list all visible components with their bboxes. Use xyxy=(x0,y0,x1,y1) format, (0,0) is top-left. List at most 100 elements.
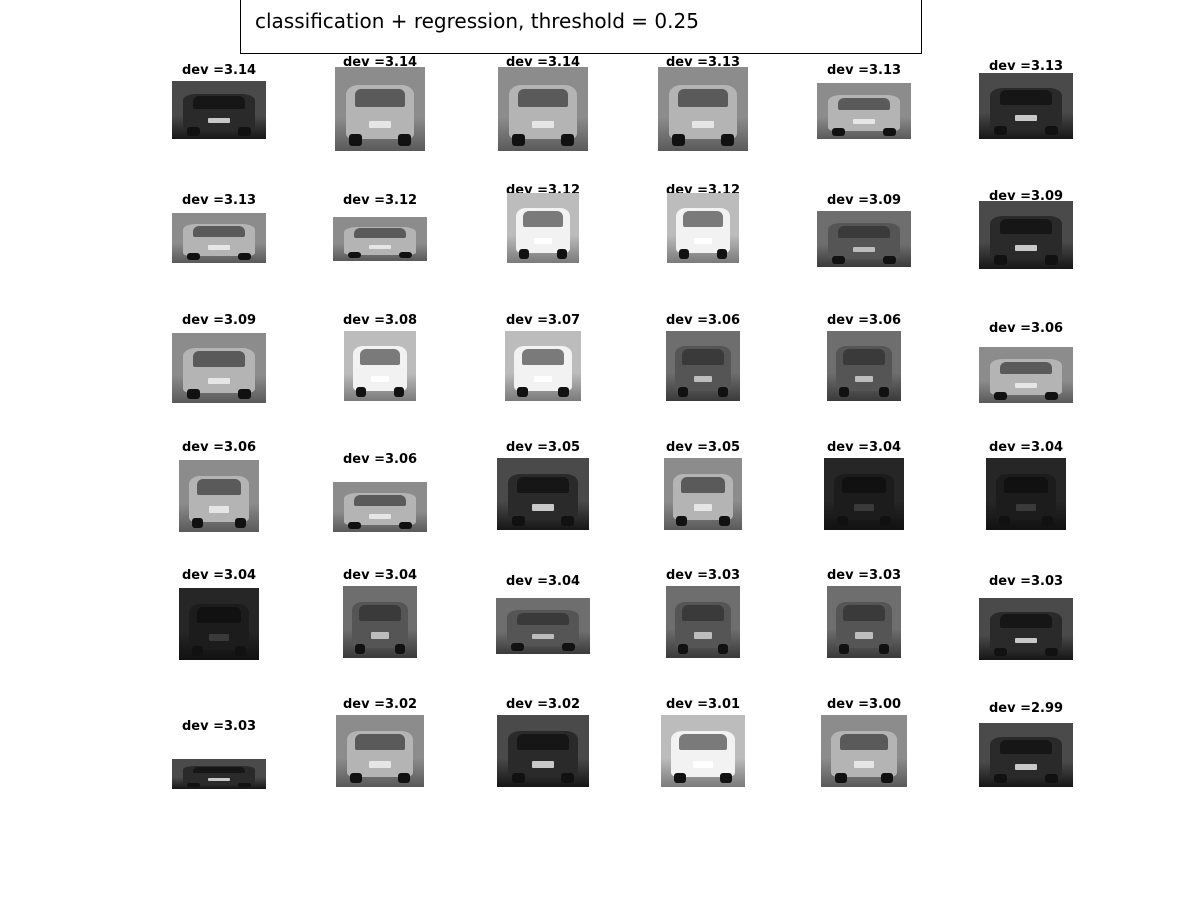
car-wheel-shape xyxy=(878,387,890,397)
dev-label: dev =3.07 xyxy=(505,313,581,328)
car-wheel-shape xyxy=(994,647,1008,657)
car-wheel-shape xyxy=(187,783,201,788)
dev-label: dev =3.14 xyxy=(181,63,257,78)
car-wheel-shape xyxy=(1044,774,1058,784)
car-wheel-shape xyxy=(191,645,203,656)
car-wheel-shape xyxy=(994,391,1008,400)
license-plate-shape xyxy=(1016,504,1036,511)
car-wheel-shape xyxy=(398,252,412,259)
car-window-shape xyxy=(999,739,1053,754)
car-wheel-shape xyxy=(994,125,1008,136)
license-plate-shape xyxy=(852,118,876,124)
car-thumbnail xyxy=(344,331,416,401)
car-wheel-shape xyxy=(558,387,569,397)
license-plate-shape xyxy=(368,245,392,250)
car-wheel-shape xyxy=(355,387,366,397)
car-window-shape xyxy=(679,733,727,750)
license-plate-shape xyxy=(531,761,555,768)
license-plate-shape xyxy=(207,377,231,385)
car-wheel-shape xyxy=(834,772,847,783)
car-wheel-shape xyxy=(832,255,846,264)
car-thumbnail xyxy=(507,193,579,263)
car-wheel-shape xyxy=(676,515,688,526)
car-thumbnail xyxy=(172,213,266,263)
license-plate-shape xyxy=(855,632,873,639)
car-wheel-shape xyxy=(349,134,362,146)
car-wheel-shape xyxy=(348,522,362,529)
car-wheel-shape xyxy=(1044,647,1058,657)
car-thumbnail xyxy=(336,715,424,787)
license-plate-shape xyxy=(207,778,231,781)
car-wheel-shape xyxy=(235,517,247,528)
license-plate-shape xyxy=(1014,637,1038,644)
car-thumbnail xyxy=(172,81,266,139)
dev-label: dev =3.04 xyxy=(181,568,257,583)
car-wheel-shape xyxy=(511,642,525,651)
dev-label: dev =3.12 xyxy=(342,193,418,208)
dev-label: dev =3.05 xyxy=(505,440,581,455)
license-plate-shape xyxy=(209,506,229,513)
car-wheel-shape xyxy=(674,772,687,783)
car-wheel-shape xyxy=(719,772,732,783)
car-thumbnail xyxy=(497,458,589,530)
car-thumbnail xyxy=(333,217,427,261)
car-window-shape xyxy=(192,96,246,109)
dev-label: dev =2.99 xyxy=(988,701,1064,716)
license-plate-shape xyxy=(692,761,714,768)
car-window-shape xyxy=(192,351,246,367)
car-thumbnail xyxy=(817,83,911,139)
car-thumbnail xyxy=(979,723,1073,787)
license-plate-shape xyxy=(854,504,874,511)
license-plate-shape xyxy=(368,514,392,519)
car-window-shape xyxy=(355,733,405,750)
car-window-shape xyxy=(521,349,565,365)
car-window-shape xyxy=(196,478,242,495)
car-thumbnail xyxy=(335,67,425,151)
dev-label: dev =3.04 xyxy=(988,440,1064,455)
car-wheel-shape xyxy=(394,643,406,654)
license-plate-shape xyxy=(855,375,873,383)
license-plate-shape xyxy=(692,120,714,129)
dev-label: dev =3.09 xyxy=(181,313,257,328)
car-thumbnail xyxy=(666,331,740,401)
license-plate-shape xyxy=(694,375,712,383)
dev-label: dev =3.06 xyxy=(826,313,902,328)
dev-label: dev =3.06 xyxy=(988,321,1064,336)
dev-label: dev =3.03 xyxy=(826,568,902,583)
car-window-shape xyxy=(841,476,887,493)
car-window-shape xyxy=(196,606,242,623)
car-wheel-shape xyxy=(557,249,568,259)
car-wheel-shape xyxy=(717,249,728,259)
license-plate-shape xyxy=(853,761,875,768)
car-window-shape xyxy=(522,211,564,227)
license-plate-shape xyxy=(371,375,389,383)
car-wheel-shape xyxy=(561,642,575,651)
license-plate-shape xyxy=(209,634,229,641)
license-plate-shape xyxy=(532,120,554,129)
car-window-shape xyxy=(359,349,401,365)
car-wheel-shape xyxy=(677,387,689,397)
dev-label: dev =3.04 xyxy=(342,568,418,583)
car-thumbnail xyxy=(172,759,266,789)
car-thumbnail xyxy=(172,333,266,403)
license-plate-shape xyxy=(369,761,391,768)
car-window-shape xyxy=(516,612,570,625)
dev-label: dev =3.05 xyxy=(665,440,741,455)
car-wheel-shape xyxy=(832,127,846,136)
car-wheel-shape xyxy=(397,772,410,783)
dev-label: dev =3.03 xyxy=(988,574,1064,589)
car-window-shape xyxy=(999,218,1053,234)
car-window-shape xyxy=(837,225,891,238)
car-window-shape xyxy=(999,90,1053,105)
car-wheel-shape xyxy=(561,134,574,146)
car-thumbnail xyxy=(333,482,427,532)
car-wheel-shape xyxy=(398,134,411,146)
car-wheel-shape xyxy=(878,643,890,654)
license-plate-shape xyxy=(694,237,712,245)
car-wheel-shape xyxy=(237,783,251,788)
license-plate-shape xyxy=(1014,115,1038,122)
license-plate-shape xyxy=(369,120,391,129)
car-wheel-shape xyxy=(678,249,689,259)
car-wheel-shape xyxy=(836,515,848,526)
car-window-shape xyxy=(192,766,246,774)
